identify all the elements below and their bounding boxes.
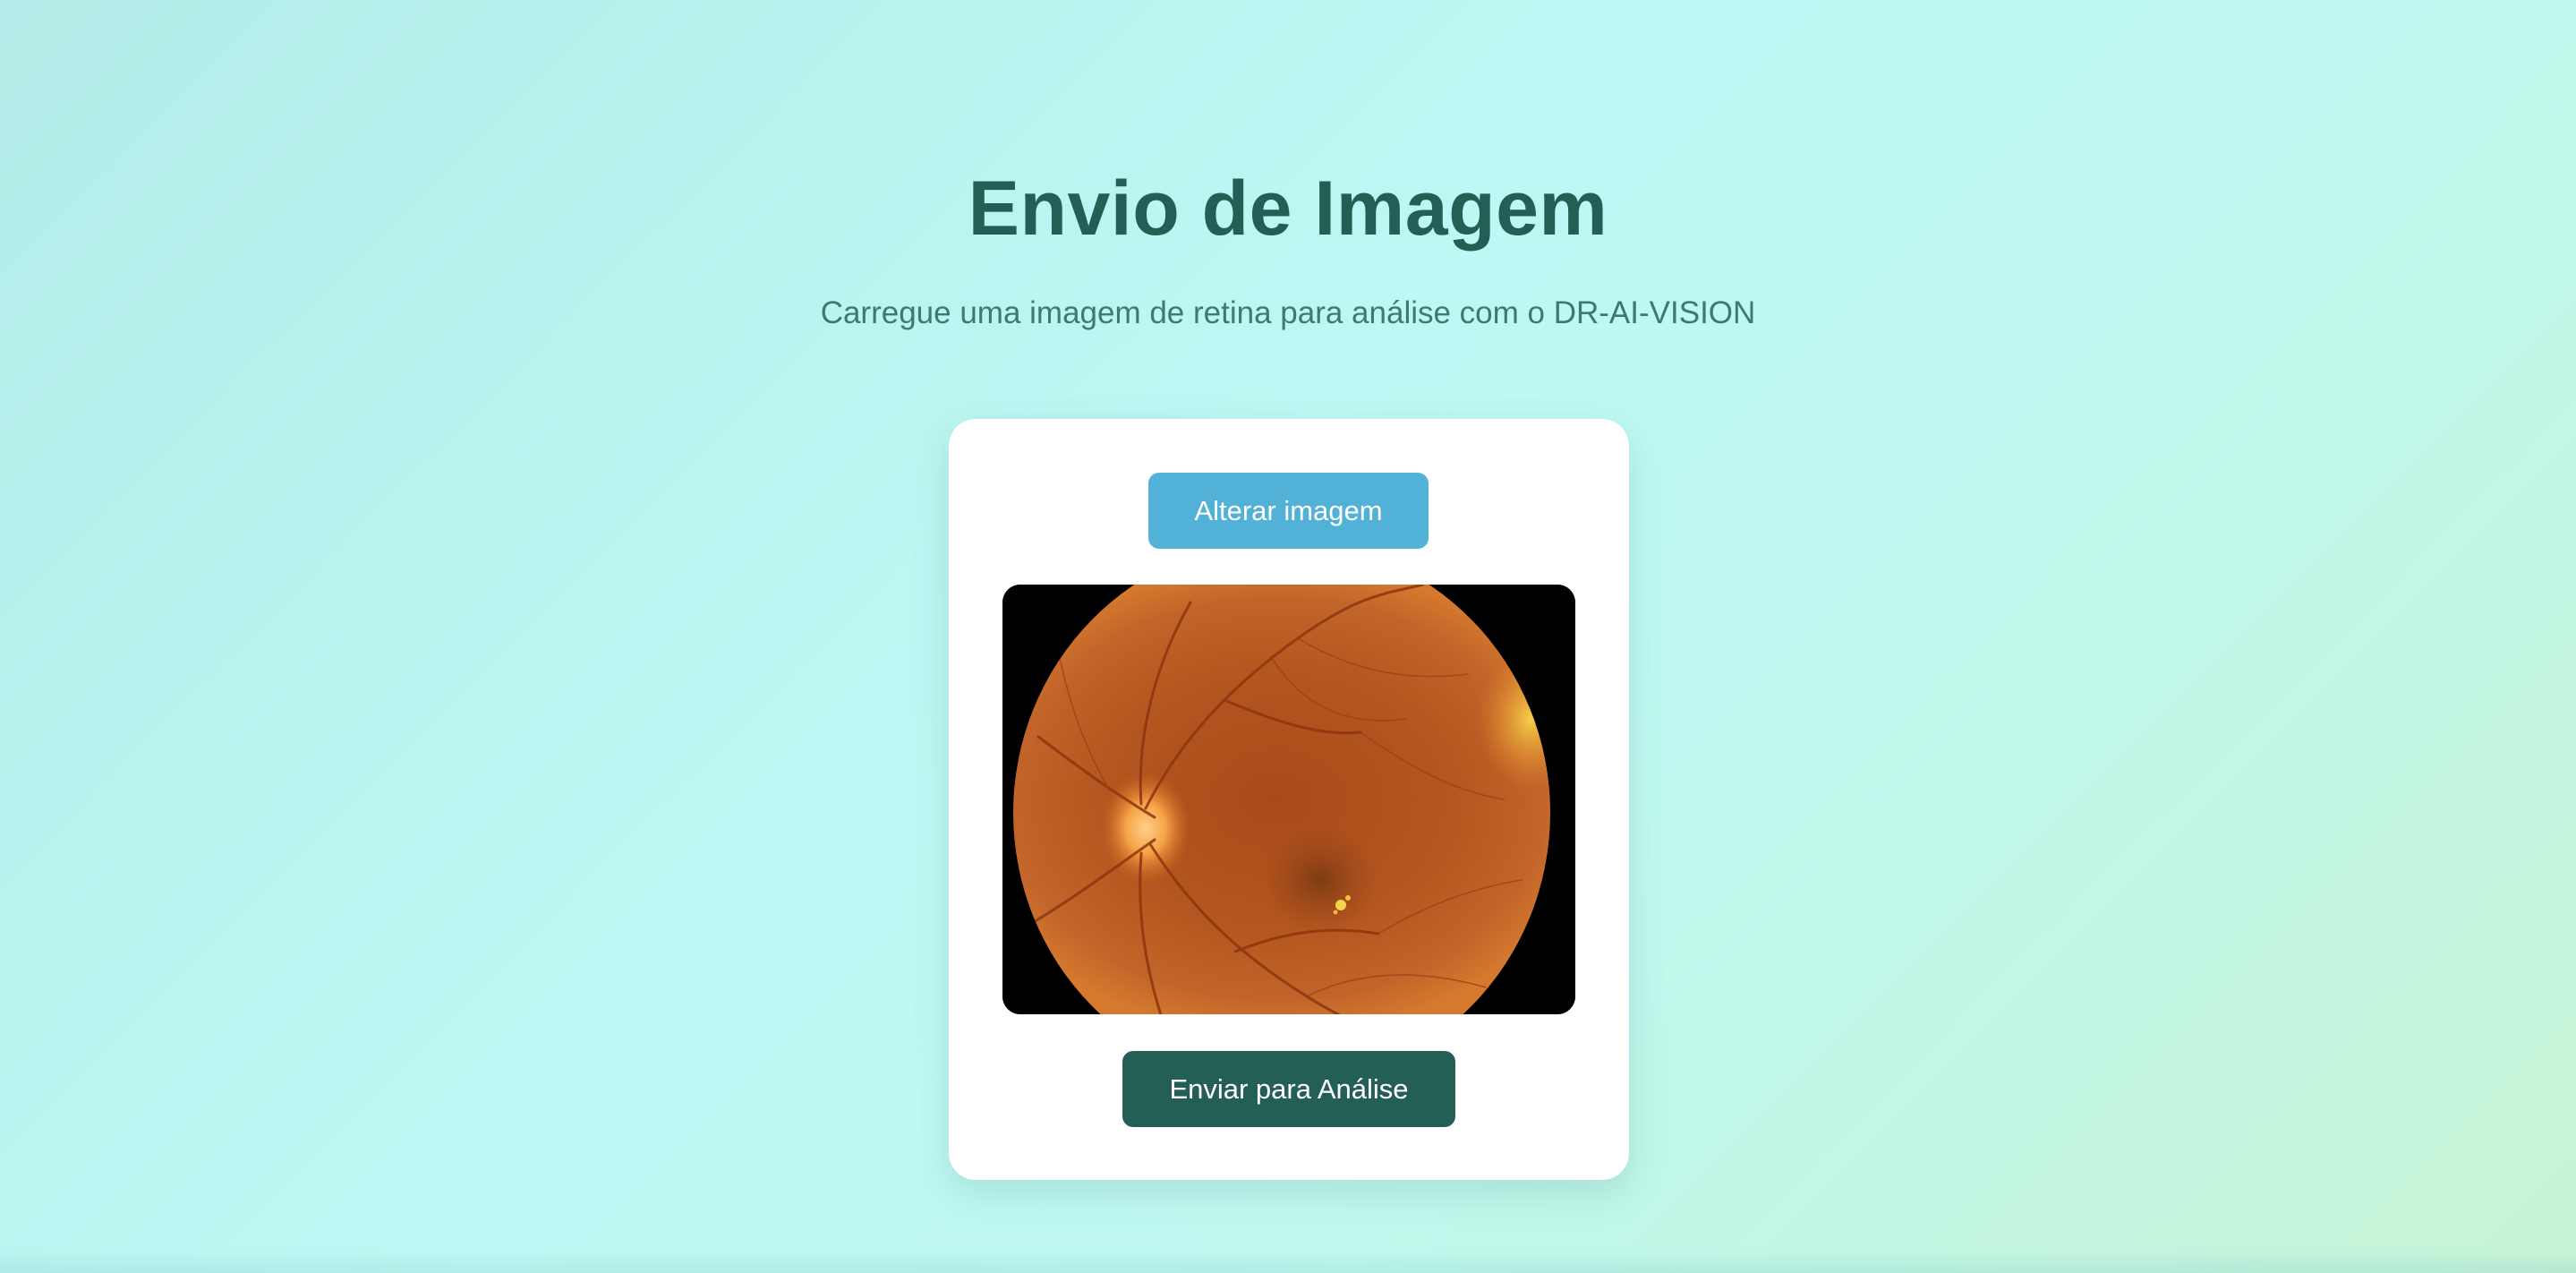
page-title: Envio de Imagem (968, 166, 1608, 252)
submit-analysis-button[interactable]: Enviar para Análise (1122, 1051, 1455, 1127)
retina-image-preview (1002, 585, 1575, 1014)
change-image-button[interactable]: Alterar imagem (1148, 473, 1429, 549)
upload-card: Alterar imagem Enviar para Análise (949, 419, 1629, 1180)
background-bottom-shade (0, 1250, 2576, 1273)
page-subtitle: Carregue uma imagem de retina para análi… (820, 295, 1756, 330)
retina-image (1002, 585, 1575, 1014)
